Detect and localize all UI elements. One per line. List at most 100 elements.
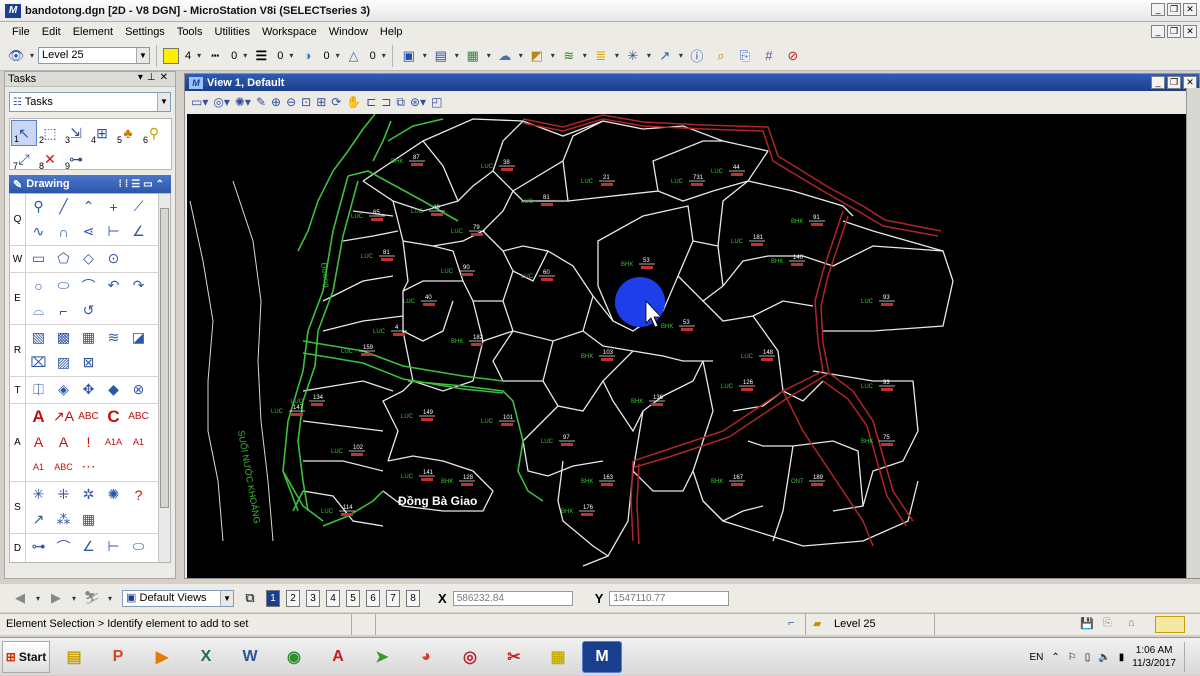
text-sequence-icon[interactable]: A1A bbox=[101, 429, 126, 454]
network-icon[interactable]: ▮ bbox=[1119, 652, 1125, 663]
zoom-out-icon[interactable]: ⊖ bbox=[286, 95, 296, 109]
show-desktop-icon[interactable] bbox=[1184, 642, 1190, 672]
spiral-icon[interactable]: ↺ bbox=[76, 298, 101, 323]
point-icon[interactable]: + bbox=[101, 194, 126, 219]
text-note-icon[interactable]: ! bbox=[76, 429, 101, 454]
ellipse-icon[interactable]: ⬭ bbox=[51, 273, 76, 298]
pattern-icon[interactable]: ▦ bbox=[76, 325, 101, 350]
dimension-table-icon[interactable]: ▦ bbox=[76, 507, 101, 532]
dimension-arrow-icon[interactable]: ↗ bbox=[26, 507, 51, 532]
replace-cell-icon[interactable]: ⊗ bbox=[126, 377, 151, 402]
level-combo[interactable]: Level 25 ▼ bbox=[38, 47, 150, 64]
clock[interactable]: 1:06 AM 11/3/2017 bbox=[1132, 644, 1176, 670]
circle-point-icon[interactable]: ⊙ bbox=[101, 246, 126, 271]
cell-icon[interactable]: ⎅ bbox=[26, 377, 51, 402]
dimension-radial-icon[interactable]: ✺ bbox=[101, 482, 126, 507]
rotate-view-icon[interactable]: ⟳ bbox=[331, 95, 341, 109]
view-vertical-scrollbar[interactable] bbox=[1186, 88, 1200, 578]
view-button-3[interactable]: 3 bbox=[306, 590, 320, 607]
display-style-view-icon[interactable]: ◎▾ bbox=[213, 95, 230, 109]
arc-edit-icon[interactable]: ↶ bbox=[101, 273, 126, 298]
display-style-icon[interactable]: ◩ bbox=[527, 46, 547, 66]
alert-icon[interactable] bbox=[1155, 616, 1185, 633]
doc-restore-button[interactable]: ❐ bbox=[1167, 25, 1181, 38]
transparency-icon[interactable]: ◑ bbox=[297, 46, 317, 66]
volume-icon[interactable]: 🔈 bbox=[1098, 652, 1110, 663]
dimension-linear-icon[interactable]: ⁜ bbox=[51, 482, 76, 507]
parrot-app-icon[interactable]: ◉ bbox=[274, 641, 314, 673]
view-previous-icon[interactable]: ⊏ bbox=[366, 95, 376, 109]
text-fields-icon[interactable]: ABC bbox=[51, 454, 76, 479]
text-rotate-icon[interactable]: A bbox=[51, 429, 76, 454]
models-icon[interactable]: ▣ bbox=[399, 46, 419, 66]
line-icon[interactable]: ╱ bbox=[51, 194, 76, 219]
start-button[interactable]: ⊞ Start bbox=[2, 641, 50, 673]
scale-tool[interactable]: ⤢7 bbox=[11, 146, 37, 172]
stream-icon[interactable]: ∿ bbox=[26, 219, 51, 244]
bspline-icon[interactable]: ∩ bbox=[51, 219, 76, 244]
back-icon[interactable]: ◀ bbox=[10, 588, 30, 608]
dimension-icon[interactable]: ✳ bbox=[26, 482, 51, 507]
walk-icon[interactable]: ⛷ bbox=[82, 588, 102, 608]
drawing-view-controls[interactable]: ⁞⁞☰▭⌃ bbox=[119, 179, 167, 190]
half-ellipse-icon[interactable]: ⌓ bbox=[26, 298, 51, 323]
vertex-icon[interactable]: ⋖ bbox=[76, 219, 101, 244]
view-button-7[interactable]: 7 bbox=[386, 590, 400, 607]
dimension-query-icon[interactable]: ? bbox=[126, 482, 151, 507]
notes-app-icon[interactable]: ▦ bbox=[538, 641, 578, 673]
curve-icon[interactable]: ⟋ bbox=[126, 194, 151, 219]
dimension-ellipse-icon[interactable]: ⬭ bbox=[126, 534, 151, 559]
y-coordinate-field[interactable]: 1547110.77 bbox=[609, 591, 729, 606]
tasks-selector[interactable]: ☷ Tasks ▼ bbox=[9, 92, 171, 112]
autocad-icon[interactable]: A bbox=[318, 641, 358, 673]
properties-tool[interactable]: ⚲6 bbox=[141, 120, 167, 146]
word-icon[interactable]: W bbox=[230, 641, 270, 673]
break-tool[interactable]: ⊶9 bbox=[63, 146, 89, 172]
quarter-arc-icon[interactable]: ⌐ bbox=[51, 298, 76, 323]
excel-icon[interactable]: X bbox=[186, 641, 226, 673]
view-groups-icon[interactable]: ⧉ bbox=[240, 588, 260, 608]
snap-icon[interactable]: ✳ bbox=[623, 46, 643, 66]
rotate-shape-icon[interactable]: ◇ bbox=[76, 246, 101, 271]
text-number-icon[interactable]: A1 bbox=[126, 429, 151, 454]
dimension-size-icon[interactable]: ⊢ bbox=[101, 534, 126, 559]
move-tool[interactable]: ⇲3 bbox=[63, 120, 89, 146]
cell-pointer-icon[interactable]: ✥ bbox=[76, 377, 101, 402]
menu-help[interactable]: Help bbox=[374, 26, 409, 38]
element-selection-tool[interactable]: ↖1 bbox=[11, 120, 37, 146]
text-scale-icon[interactable]: A bbox=[26, 429, 51, 454]
menu-settings[interactable]: Settings bbox=[119, 26, 171, 38]
menu-workspace[interactable]: Workspace bbox=[256, 26, 323, 38]
fence-tool[interactable]: ⬚2 bbox=[37, 120, 63, 146]
match-pattern-icon[interactable]: ▨ bbox=[51, 350, 76, 375]
divide-icon[interactable]: ⊢ bbox=[101, 219, 126, 244]
place-cell-icon[interactable]: ◈ bbox=[51, 377, 76, 402]
fill-icon[interactable]: ◪ bbox=[126, 325, 151, 350]
forward-icon[interactable]: ▶ bbox=[46, 588, 66, 608]
action-center-icon[interactable]: ⚐ bbox=[1068, 652, 1077, 663]
doc-close-button[interactable]: ✕ bbox=[1183, 25, 1197, 38]
level-manager-icon[interactable]: 👁 bbox=[6, 46, 26, 66]
copy-tool[interactable]: ⊞4 bbox=[89, 120, 115, 146]
view-attributes-icon[interactable]: ▭▾ bbox=[191, 95, 208, 109]
view-button-8[interactable]: 8 bbox=[406, 590, 420, 607]
powerpoint-icon[interactable]: P bbox=[98, 641, 138, 673]
snipping-tool-icon[interactable]: ✂ bbox=[494, 641, 534, 673]
copy-view-icon[interactable]: ⧉ bbox=[396, 95, 405, 110]
file-explorer-icon[interactable]: ▤ bbox=[54, 641, 94, 673]
minimize-button[interactable]: _ bbox=[1151, 3, 1165, 16]
close-button[interactable]: ✕ bbox=[1183, 3, 1197, 16]
cloud-icon[interactable]: ☁ bbox=[495, 46, 515, 66]
pan-view-icon[interactable]: ✋ bbox=[346, 95, 361, 109]
arc-icon[interactable]: ⌒ bbox=[76, 273, 101, 298]
text-increment-icon[interactable]: A1 bbox=[26, 454, 51, 479]
drawing-canvas[interactable]: LUC4LUC40LUC90LUC79LUC81LUC21LUC731BHK53… bbox=[187, 114, 1197, 578]
text-along-icon[interactable]: ABC bbox=[126, 404, 151, 429]
menu-tools[interactable]: Tools bbox=[171, 26, 209, 38]
crosshatch-icon[interactable]: ▩ bbox=[51, 325, 76, 350]
show-pattern-icon[interactable]: ⊠ bbox=[76, 350, 101, 375]
dimension-chain-icon[interactable]: ⊶ bbox=[26, 534, 51, 559]
text-leader-icon[interactable]: ↗A bbox=[51, 404, 76, 429]
angle-icon[interactable]: ∠ bbox=[126, 219, 151, 244]
dimension-arc-icon[interactable]: ⌒ bbox=[51, 534, 76, 559]
